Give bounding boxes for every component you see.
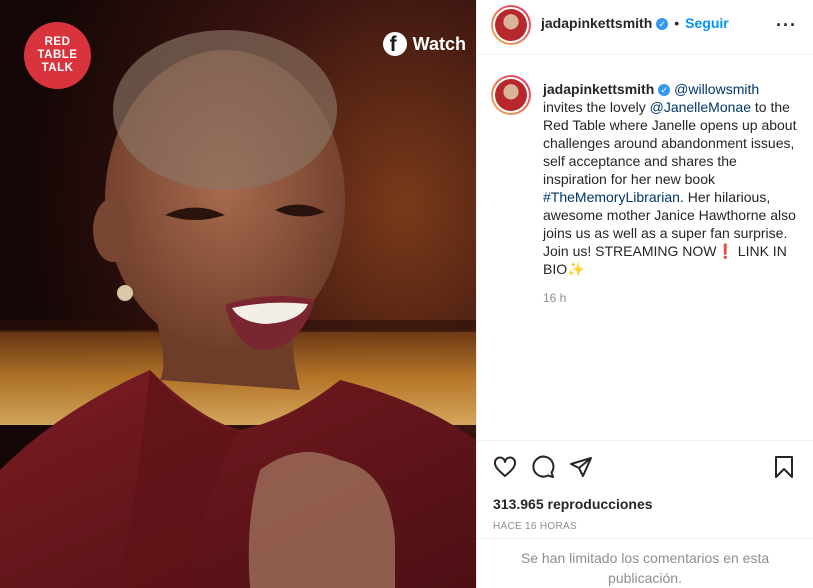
post-side-panel: jadapinkettsmith ✓ • Seguir ··· jadapinkett…	[476, 0, 813, 588]
header-user-row: jadapinkettsmith ✓ • Seguir	[541, 15, 729, 33]
caption-username[interactable]: jadapinkettsmith	[543, 81, 654, 97]
comments-limited-notice: Se han limitado los comentarios en esta …	[477, 538, 813, 588]
follow-button[interactable]: Seguir	[685, 15, 729, 31]
video-frame-illustration	[0, 0, 476, 588]
avatar[interactable]	[491, 5, 531, 45]
sparkles-emoji-icon: ✨	[567, 261, 585, 277]
post-caption: jadapinkettsmith ✓ @willowsmith invites t…	[543, 80, 801, 278]
comments-limited-text: Se han limitado los comentarios en esta …	[520, 550, 770, 586]
comment-icon[interactable]	[531, 455, 555, 479]
facebook-icon: f	[382, 32, 407, 56]
posted-time[interactable]: HACE 16 HORAS	[493, 521, 577, 532]
post-header: jadapinkettsmith ✓ • Seguir ···	[477, 0, 813, 55]
caption-text-1: invites the lovely	[543, 99, 650, 115]
hashtag-thememorylibrarian[interactable]: #TheMemoryLibrarian	[543, 189, 680, 205]
logo-line-1: RED	[44, 36, 71, 48]
caption-timestamp[interactable]: 16 h	[543, 291, 566, 305]
video-post-media[interactable]: RED TABLE TALK f Watch	[0, 0, 476, 588]
logo-line-2: TABLE	[37, 49, 78, 61]
view-count[interactable]: 313.965 reproducciones	[493, 496, 653, 512]
logo-line-3: TALK	[41, 62, 74, 74]
more-options-icon[interactable]: ···	[776, 15, 797, 36]
post-actions: 313.965 reproducciones HACE 16 HORAS	[477, 440, 813, 532]
watch-label: Watch	[412, 33, 466, 54]
bookmark-icon[interactable]	[773, 455, 795, 479]
facebook-watch-watermark: f Watch	[382, 32, 466, 56]
separator-dot: •	[674, 15, 680, 31]
mention-janellemonae[interactable]: @JanelleMonae	[650, 99, 751, 115]
verified-badge-icon: ✓	[658, 84, 671, 97]
action-icons	[493, 455, 593, 479]
mention-willowsmith[interactable]: @willowsmith	[674, 81, 759, 97]
exclamation-emoji-icon: ❗	[716, 243, 734, 259]
caption-avatar[interactable]	[491, 75, 531, 115]
heart-icon[interactable]	[493, 455, 517, 479]
verified-badge-icon: ✓	[656, 17, 669, 30]
share-icon[interactable]	[569, 455, 593, 479]
red-table-talk-logo: RED TABLE TALK	[24, 22, 91, 89]
header-username[interactable]: jadapinkettsmith	[541, 15, 652, 31]
bookmark-button[interactable]	[773, 455, 795, 479]
